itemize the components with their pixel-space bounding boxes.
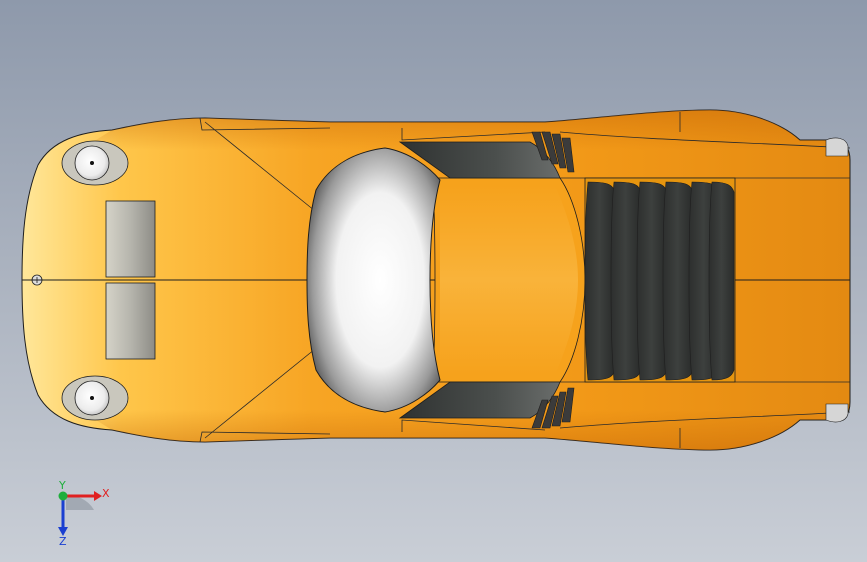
z-axis-label: Z: [59, 535, 67, 548]
louvre-3: [636, 181, 667, 381]
car-model-top-view[interactable]: [0, 0, 867, 562]
windshield: [306, 147, 441, 413]
orientation-triad: X Y Z: [44, 480, 124, 550]
hood-plate-lower: [105, 282, 156, 360]
louvre-1: [584, 181, 615, 381]
tail-cap-lower: [825, 403, 849, 423]
y-axis-label: Y: [59, 479, 66, 492]
triad-axes-icon: [58, 491, 102, 536]
louvre-4: [662, 181, 693, 381]
louvre-6: [708, 181, 735, 381]
x-axis-label: X: [102, 487, 110, 500]
louvre-2: [610, 181, 641, 381]
engine-cover-louvres: [584, 177, 736, 383]
graphics-viewport[interactable]: X Y Z: [0, 0, 867, 562]
tail-cap-upper: [825, 137, 849, 157]
hood-plate-upper: [105, 200, 156, 278]
